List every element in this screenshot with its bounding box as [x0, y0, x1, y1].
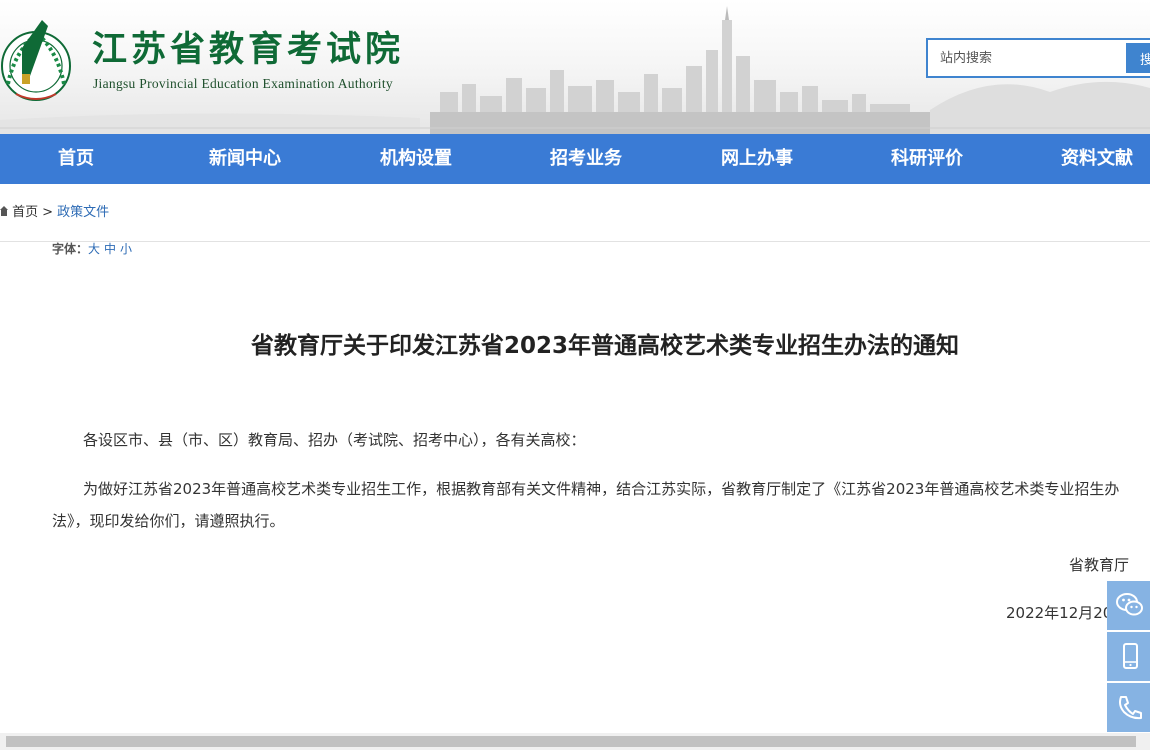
nav-item-organization[interactable]: 机构设置	[380, 134, 452, 184]
mobile-icon	[1123, 643, 1138, 669]
nav-item-online-services[interactable]: 网上办事	[721, 134, 793, 184]
search-box: 搜	[926, 38, 1150, 78]
home-icon	[0, 206, 8, 216]
breadcrumb-divider	[0, 241, 1150, 242]
nav-item-news[interactable]: 新闻中心	[209, 134, 281, 184]
scrollbar-thumb[interactable]	[6, 736, 1136, 747]
side-wechat-button[interactable]	[1107, 581, 1150, 630]
breadcrumb-home[interactable]: 首页	[12, 205, 38, 220]
font-size-medium[interactable]: 中	[104, 242, 116, 256]
font-size-large[interactable]: 大	[88, 242, 100, 256]
article-date: 2022年12月20	[1006, 604, 1113, 622]
site-logo[interactable]	[0, 14, 76, 106]
nav-item-home[interactable]: 首页	[58, 134, 94, 184]
search-input[interactable]	[928, 40, 1124, 76]
header-banner: 江苏省教育考试院 Jiangsu Provincial Education Ex…	[0, 0, 1150, 134]
font-size-small[interactable]: 小	[120, 242, 132, 256]
nav-item-admissions[interactable]: 招考业务	[550, 134, 622, 184]
wechat-icon	[1116, 593, 1143, 616]
site-title-cn: 江苏省教育考试院	[92, 29, 405, 70]
emblem-icon	[1, 20, 71, 101]
nav-item-research[interactable]: 科研评价	[891, 134, 963, 184]
horizontal-scrollbar[interactable]	[0, 733, 1150, 750]
article-title: 省教育厅关于印发江苏省2023年普通高校艺术类专业招生办法的通知	[250, 333, 959, 359]
main-nav: 首页 新闻中心 机构设置 招考业务 网上办事 科研评价 资料文献	[0, 134, 1150, 184]
search-button[interactable]: 搜	[1126, 43, 1150, 73]
breadcrumb-separator: >	[42, 205, 54, 220]
breadcrumb-current[interactable]: 政策文件	[57, 205, 109, 220]
article-signature: 省教育厅	[1068, 556, 1129, 574]
phone-icon	[1119, 696, 1142, 720]
site-title-en: Jiangsu Provincial Education Examination…	[93, 76, 393, 91]
nav-item-resources[interactable]: 资料文献	[1061, 134, 1133, 184]
article-paragraph: 为做好江苏省2023年普通高校艺术类专业招生工作，根据教育部有关文件精神，结合江…	[52, 480, 1120, 530]
breadcrumb: 首页 > 政策文件	[0, 204, 109, 222]
font-size-label: 字体：	[52, 242, 89, 256]
side-mobile-button[interactable]	[1107, 632, 1150, 681]
font-size-switcher: 字体：大中小	[52, 240, 136, 257]
article-paragraph: 各设区市、县（市、区）教育局、招办（考试院、招考中心），各有关高校：	[83, 431, 586, 449]
side-phone-button[interactable]	[1107, 683, 1150, 732]
